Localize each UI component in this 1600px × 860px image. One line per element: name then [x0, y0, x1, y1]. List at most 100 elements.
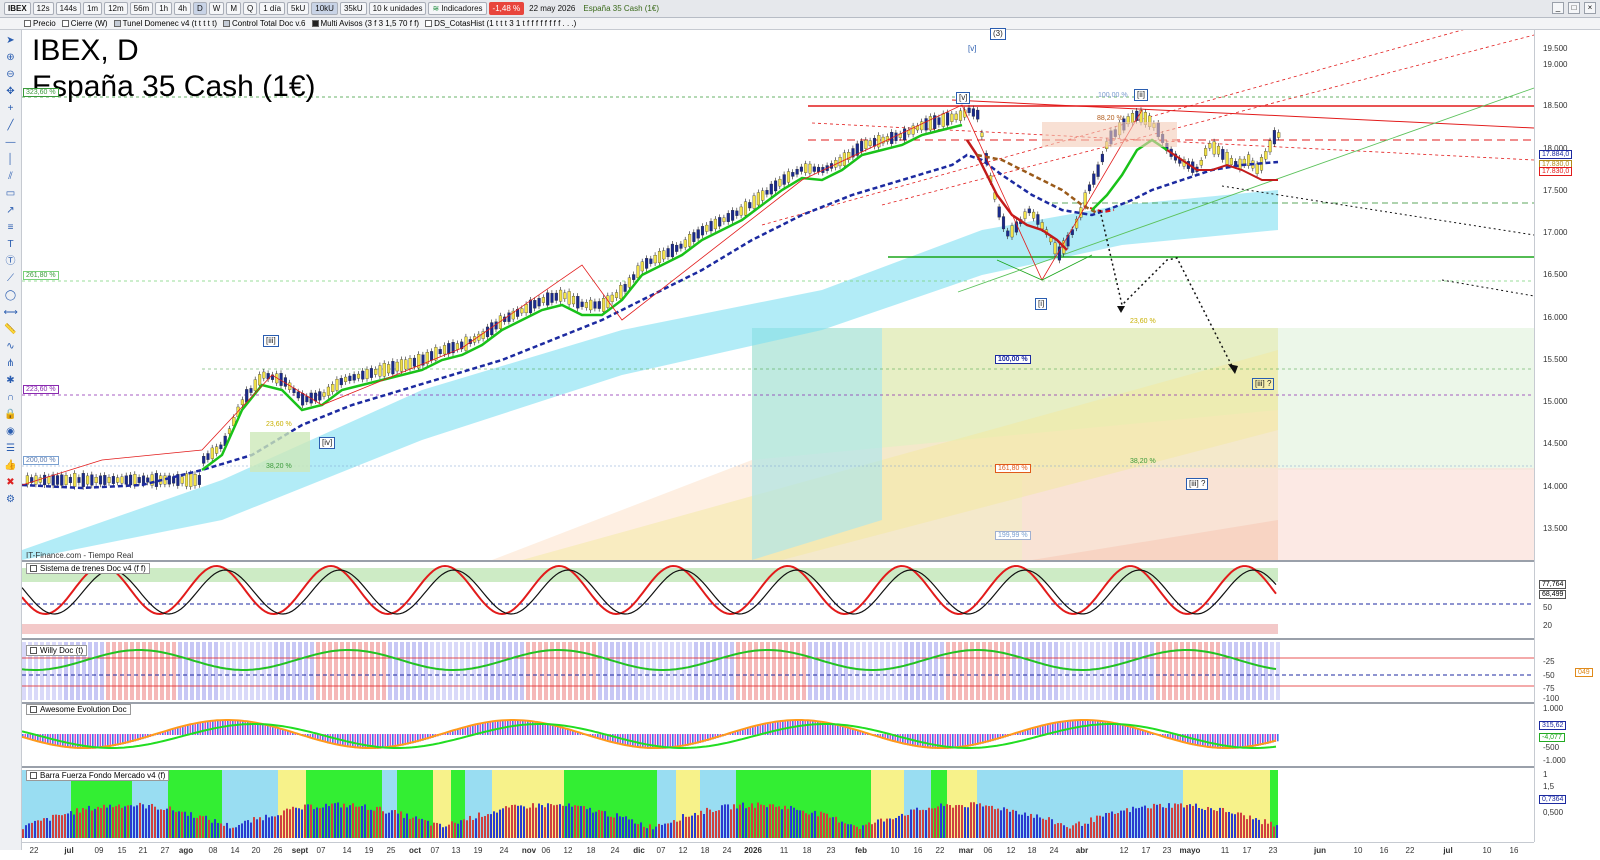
crosshair-icon[interactable]: + [4, 102, 18, 116]
delete-icon[interactable]: ✖ [4, 476, 18, 490]
awesome-bar [1222, 734, 1224, 749]
unit-5k[interactable]: 5kU [287, 2, 310, 15]
panel-trend-label[interactable]: Sistema de trenes Doc v4 (f f) [26, 563, 150, 574]
close-icon[interactable]: × [1584, 2, 1596, 14]
pitchfork-icon[interactable]: ⋔ [4, 357, 18, 371]
interval-q[interactable]: Q [243, 2, 258, 15]
fibonacci-icon[interactable]: ≡ [4, 221, 18, 235]
interval-w[interactable]: W [208, 2, 225, 15]
panel-checkbox[interactable] [30, 647, 37, 654]
interval-1m[interactable]: 1m [82, 2, 103, 15]
settings-icon[interactable]: ⚙ [4, 493, 18, 507]
price-scale[interactable]: 19.500 19.000 18.500 18.000 17.500 17.00… [1534, 30, 1600, 842]
willy-bar [598, 642, 602, 700]
interval-144s[interactable]: 144s [55, 2, 81, 15]
cyan-zone [752, 328, 882, 560]
change-badge: -1,48 % [488, 2, 525, 15]
interval-12s[interactable]: 12s [32, 2, 54, 15]
candle [915, 122, 920, 134]
indicators-button[interactable]: ≋ Indicadores [428, 2, 487, 15]
fuerza-bar [508, 807, 510, 838]
text-box-icon[interactable]: Ⓣ [4, 255, 18, 269]
panel-checkbox[interactable] [30, 772, 37, 779]
fuerza-bar [190, 812, 192, 838]
willy-bar [730, 642, 734, 700]
willy-bar [232, 642, 236, 700]
willy-bar [400, 642, 404, 700]
interval-56m[interactable]: 56m [129, 2, 154, 15]
fuerza-bar [1030, 813, 1032, 838]
symbol-selector[interactable]: IBEX [4, 2, 31, 15]
willy-bar [1084, 642, 1088, 700]
measure-icon[interactable]: ⟷ [4, 306, 18, 320]
candle [339, 375, 343, 388]
fuerza-bar [781, 809, 783, 838]
candle [1221, 146, 1225, 163]
unit-35k[interactable]: 35kU [339, 2, 367, 15]
panel-awesome-label[interactable]: Awesome Evolution Doc [26, 704, 131, 715]
fuerza-bar [268, 817, 270, 838]
fuerza-bar [310, 804, 312, 838]
wave-icon[interactable]: ∿ [4, 340, 18, 354]
period-select[interactable]: 1 día [259, 2, 286, 15]
panel-willy-label[interactable]: Willy Doc (t) [26, 645, 88, 656]
layers-icon[interactable]: ☰ [4, 442, 18, 456]
indicator-toggle-cierre[interactable]: Cierre (W) [61, 19, 108, 28]
ruler-icon[interactable]: 📏 [4, 323, 18, 337]
rectangle-icon[interactable]: ▭ [4, 187, 18, 201]
interval-12m[interactable]: 12m [104, 2, 128, 15]
magnet-icon[interactable]: ∩ [4, 391, 18, 405]
panel-fuerza-label[interactable]: Barra Fuerza Fondo Mercado v4 (f) [26, 770, 170, 781]
fuerza-bar [640, 822, 642, 838]
minimize-icon[interactable]: _ [1552, 2, 1564, 14]
interval-d[interactable]: D [193, 2, 207, 15]
gann-icon[interactable]: ✱ [4, 374, 18, 388]
zoom-in-icon[interactable]: ⊕ [4, 51, 18, 65]
eye-icon[interactable]: ◉ [4, 425, 18, 439]
indicator-toggle-avisos[interactable]: Multi Avisos (3 f 3 1,5 70 f f) [311, 19, 419, 28]
fuerza-bar [484, 816, 486, 838]
units-dropdown[interactable]: 10 k unidades [368, 2, 427, 15]
vertical-line-icon[interactable]: │ [4, 153, 18, 167]
interval-4h[interactable]: 4h [174, 2, 191, 15]
candle [533, 297, 537, 312]
candle [795, 166, 799, 178]
text-tool-icon[interactable]: T [4, 238, 18, 252]
channel-icon[interactable]: ⫽ [4, 170, 18, 184]
indicator-toggle-control[interactable]: Control Total Doc v.6 [222, 19, 306, 28]
lock-icon[interactable]: 🔒 [4, 408, 18, 422]
unit-10k[interactable]: 10kU [311, 2, 338, 15]
fuerza-bar [1105, 812, 1107, 838]
interval-m[interactable]: M [226, 2, 242, 15]
awesome-bar [224, 720, 227, 735]
indicator-toggle-cotas[interactable]: DS_CotasHist (1 t t t 3 1 t f f f f f f … [425, 19, 576, 28]
willy-bar [256, 642, 260, 700]
cursor-icon[interactable]: ➤ [4, 34, 18, 48]
willy-bar [280, 642, 284, 700]
horizontal-line-icon[interactable]: ― [4, 136, 18, 150]
willy-bar [1018, 642, 1022, 700]
ellipse-icon[interactable]: ◯ [4, 289, 18, 303]
fuerza-bar [592, 812, 594, 838]
date-axis[interactable]: 22 jul 09 15 21 27 ago 08 14 20 26 sept 07 14 19 25 oct 0… [22, 842, 1534, 860]
date-tick: 21 [138, 846, 148, 855]
panel-checkbox[interactable] [30, 706, 37, 713]
willy-bar [298, 642, 302, 700]
pan-icon[interactable]: ✥ [4, 85, 18, 99]
thumbs-up-icon[interactable]: 👍 [4, 459, 18, 473]
zoom-out-icon[interactable]: ⊖ [4, 68, 18, 82]
chart-canvas[interactable] [22, 30, 1534, 842]
fan-icon[interactable]: ⟋ [4, 272, 18, 286]
interval-1h[interactable]: 1h [155, 2, 173, 15]
awesome-bar [79, 734, 82, 749]
willy-bar [1126, 642, 1130, 700]
indicator-toggle-precio[interactable]: Precio [24, 19, 56, 28]
fuerza-bar [598, 809, 600, 838]
arrow-icon[interactable]: ↗ [4, 204, 18, 218]
trendline-icon[interactable]: ╱ [4, 119, 18, 133]
panel-checkbox[interactable] [30, 565, 37, 572]
maximize-icon[interactable]: □ [1568, 2, 1580, 14]
indicator-toggle-tunel[interactable]: Tunel Domenec v4 (t t t t t) [113, 19, 217, 28]
candle [709, 218, 713, 234]
willy-bar [1072, 642, 1076, 700]
